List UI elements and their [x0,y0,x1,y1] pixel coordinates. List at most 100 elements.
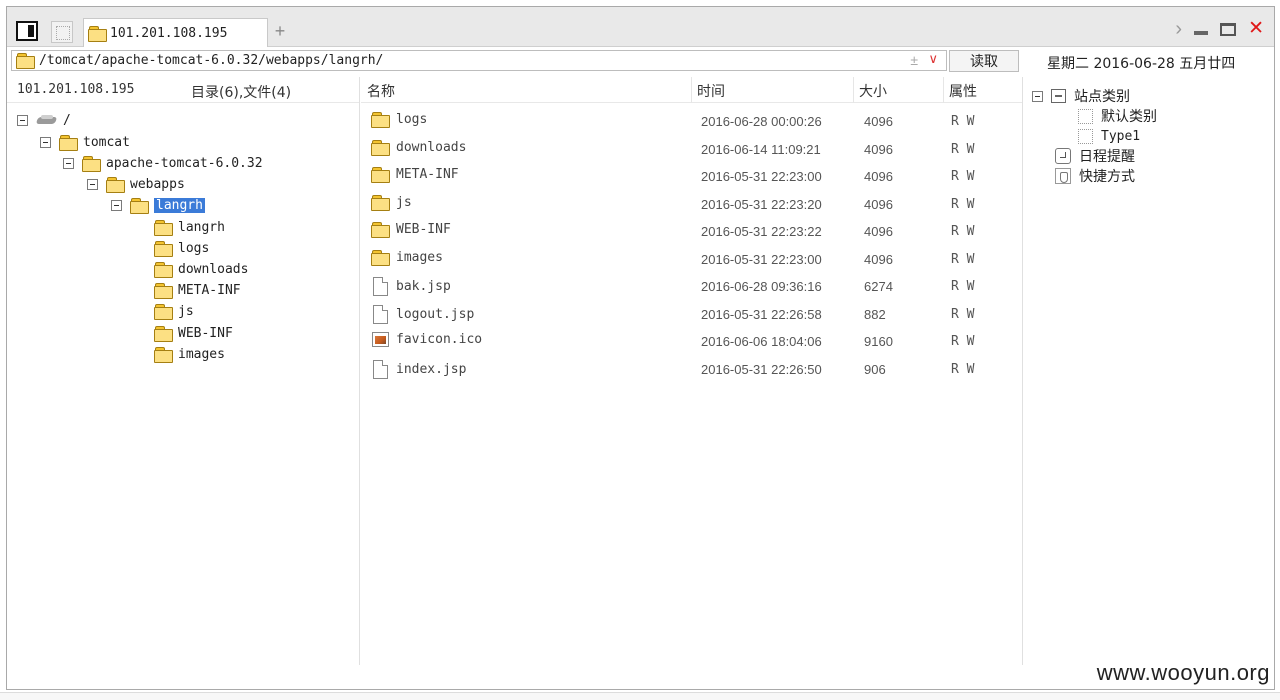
close-icon[interactable]: ✕ [1248,19,1264,38]
file-row[interactable]: js 2016-05-31 22:23:20 4096 R W [361,192,1022,219]
file-icon [373,359,388,379]
collapse-icon[interactable] [1032,90,1043,102]
tree-node-root[interactable]: / [17,110,71,130]
column-divider[interactable] [943,77,944,103]
drive-icon [36,114,58,126]
tree-node-child[interactable]: langrh [154,217,225,237]
shortcuts-label: 快捷方式 [1079,169,1135,185]
folder-icon [82,155,101,172]
file-icon [373,277,388,296]
folder-icon [371,249,390,266]
column-header-attr[interactable]: 属性 [949,81,977,101]
column-divider[interactable] [691,77,692,103]
column-header-name[interactable]: 名称 [367,81,395,101]
file-name: downloads [396,139,467,155]
collapse-icon[interactable] [63,157,74,169]
schedule-label: 日程提醒 [1079,149,1135,165]
chevron-down-icon[interactable]: ∨ [928,51,938,67]
schedule-node[interactable]: 日程提醒 [1055,146,1135,166]
folder-icon [16,53,35,69]
file-size: 4096 [864,196,893,212]
background-strip [0,692,1280,700]
tree-label: logs [178,240,210,256]
default-category-node[interactable]: 默认类别 [1078,106,1157,126]
tree-node-child[interactable]: META-INF [154,280,241,300]
file-attr: R W [951,114,975,129]
chevron-right-icon[interactable]: › [1175,19,1182,39]
directory-tree-panel: 101.201.108.195 目录(6),文件(4) / tomcat apa… [7,77,360,665]
shortcuts-node[interactable]: 快捷方式 [1055,166,1135,186]
maximize-icon[interactable] [1220,22,1237,36]
collapse-icon[interactable] [17,114,28,126]
file-name-cell: logout.jsp [371,304,475,324]
site-category-node[interactable]: 站点类别 [1032,86,1130,106]
tree-label: META-INF [178,282,241,298]
tree-label-selected: langrh [154,197,205,213]
path-input[interactable]: /tomcat/apache-tomcat-6.0.32/webapps/lan… [11,50,947,71]
tab-blank[interactable] [51,21,73,43]
file-size: 4096 [864,169,893,184]
tree-header: 101.201.108.195 目录(6),文件(4) [7,77,359,103]
plus-minus-icon[interactable]: ± [910,52,918,68]
tree-node-child[interactable]: logs [154,238,209,258]
tree-node-child[interactable]: js [154,301,194,321]
file-row[interactable]: bak.jsp 2016-06-28 09:36:16 6274 R W [361,274,1022,301]
read-button[interactable]: 读取 [949,50,1019,72]
item-count: 目录(6),文件(4) [191,85,292,101]
column-divider[interactable] [853,77,854,103]
folder-icon [154,303,173,320]
file-attr: R W [951,224,975,239]
file-attr: R W [951,279,975,294]
tab-title: 101.201.108.195 [110,25,228,41]
tree-node-langrh[interactable]: langrh [111,195,205,215]
file-row[interactable]: images 2016-05-31 22:23:00 4096 R W [361,247,1022,274]
file-attr: R W [951,169,975,184]
file-name: META-INF [396,167,459,182]
tree-node-child[interactable]: downloads [154,259,248,279]
file-name-cell: WEB-INF [371,222,451,238]
file-row[interactable]: index.jsp 2016-05-31 22:26:50 906 R W [361,357,1022,384]
file-row[interactable]: logs 2016-06-28 00:00:26 4096 R W [361,109,1022,136]
tab-host[interactable]: 101.201.108.195 [83,18,268,47]
collapse-icon[interactable] [87,178,98,190]
collapse-icon[interactable] [40,136,51,148]
tree-label: js [178,303,194,319]
path-value: /tomcat/apache-tomcat-6.0.32/webapps/lan… [39,53,384,68]
tree-node-tomcat[interactable]: tomcat [40,132,130,152]
file-row[interactable]: favicon.ico 2016-06-06 18:04:06 9160 R W [361,329,1022,356]
minimize-icon[interactable] [1194,31,1209,35]
folder-icon [154,282,173,299]
column-header-time[interactable]: 时间 [697,81,725,101]
file-size: 906 [864,361,886,377]
folder-icon [59,134,78,151]
shortcut-icon [1055,168,1071,184]
file-row[interactable]: META-INF 2016-05-31 22:23:00 4096 R W [361,164,1022,191]
tree-label: / [63,112,71,128]
file-row[interactable]: downloads 2016-06-14 11:09:21 4096 R W [361,137,1022,164]
file-name: favicon.ico [396,332,483,347]
tree-label: langrh [178,219,225,235]
panel-toggle-icon[interactable] [16,21,38,41]
file-row[interactable]: WEB-INF 2016-05-31 22:23:22 4096 R W [361,219,1022,246]
folder-icon [106,176,125,193]
file-attr: R W [951,141,975,157]
file-time: 2016-05-31 22:23:00 [701,251,822,267]
file-size: 4096 [864,114,893,129]
collapse-icon[interactable] [111,199,122,211]
folder-icon [371,139,390,156]
type1-node[interactable]: Type1 [1078,126,1140,146]
tree-node-webapps[interactable]: webapps [87,174,185,194]
add-tab-button[interactable]: + [272,21,288,41]
folder-icon [88,25,107,42]
tree-node-child[interactable]: images [154,344,225,364]
file-time: 2016-06-06 18:04:06 [701,334,822,349]
file-name: logout.jsp [396,306,475,322]
file-name-cell: bak.jsp [371,277,451,296]
column-header-size[interactable]: 大小 [859,81,887,101]
tree-node-apache-tomcat[interactable]: apache-tomcat-6.0.32 [63,153,263,173]
tree-label: downloads [178,261,249,277]
schedule-icon [1055,148,1071,164]
file-row[interactable]: logout.jsp 2016-05-31 22:26:58 882 R W [361,302,1022,329]
tree-node-child[interactable]: WEB-INF [154,323,233,343]
file-name-cell: index.jsp [371,359,466,379]
